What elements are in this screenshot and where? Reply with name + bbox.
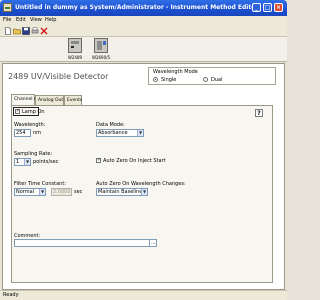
sampling-rate-unit: points/sec bbox=[33, 159, 59, 165]
comment-input[interactable] bbox=[14, 239, 150, 247]
auto-zero-wavelength-select[interactable]: Maintain Baseline ▼ bbox=[96, 188, 148, 196]
instrument-label: W2489 bbox=[67, 55, 83, 60]
tab-channel-a[interactable]: Channel A bbox=[11, 94, 37, 105]
wavelength-unit: nm bbox=[33, 130, 42, 136]
filter-time-unit: sec bbox=[74, 189, 83, 195]
data-mode-label: Data Mode: bbox=[96, 122, 125, 128]
status-bar: Ready bbox=[0, 290, 287, 300]
menu-edit[interactable]: Edit bbox=[16, 17, 26, 23]
dual-radio-label: Dual bbox=[211, 77, 223, 83]
window-title: Untitled in dummy as System/Administrato… bbox=[15, 4, 259, 11]
channel-a-panel: ? Lamp On Wavelength: 254 nm Data Mode: … bbox=[11, 105, 273, 283]
chevron-down-icon: ▼ bbox=[24, 159, 30, 165]
instrument-w2690[interactable]: W2690/5 bbox=[90, 38, 112, 61]
method-editor: 2489 UV/Visible Detector Wavelength Mode… bbox=[2, 63, 285, 290]
detector-icon bbox=[68, 38, 82, 53]
status-text: Ready bbox=[3, 292, 19, 298]
auto-zero-inject-label: Auto Zero On Inject Start bbox=[103, 158, 166, 164]
wavelength-mode-group: Wavelength Mode Single Dual bbox=[148, 67, 276, 85]
lamp-on-label: Lamp On bbox=[22, 109, 45, 115]
app-icon bbox=[3, 3, 12, 12]
lamp-on-group: Lamp On bbox=[13, 107, 45, 116]
comment-browse-button[interactable]: ... bbox=[149, 239, 157, 247]
help-button[interactable]: ? bbox=[255, 109, 263, 117]
open-icon[interactable] bbox=[13, 27, 21, 35]
sampling-rate-select[interactable]: 1 ▼ bbox=[14, 158, 31, 166]
filter-time-constant-label: Filter Time Constant: bbox=[14, 181, 66, 187]
auto-zero-wavelength-label: Auto Zero On Wavelength Changes: bbox=[96, 181, 186, 187]
data-mode-value: Absorbance bbox=[98, 130, 128, 136]
auto-zero-wavelength-value: Maintain Baseline bbox=[98, 189, 143, 195]
instrument-strip: W2489 W2690/5 bbox=[0, 37, 287, 62]
close-button[interactable]: × bbox=[274, 3, 283, 12]
instrument-w2489[interactable]: W2489 bbox=[64, 38, 86, 61]
title-bar[interactable]: Untitled in dummy as System/Administrato… bbox=[0, 0, 287, 16]
data-mode-select[interactable]: Absorbance ▼ bbox=[96, 129, 144, 137]
dual-radio[interactable] bbox=[203, 77, 208, 82]
save-icon[interactable] bbox=[22, 27, 30, 35]
menu-file[interactable]: File bbox=[3, 17, 11, 23]
filter-time-input[interactable]: 2.0000 bbox=[51, 188, 72, 196]
auto-zero-inject-checkbox[interactable] bbox=[96, 157, 101, 163]
chevron-down-icon: ▼ bbox=[137, 130, 143, 136]
tab-analog-out-1[interactable]: Analog Out 1 bbox=[35, 95, 67, 105]
minimize-button[interactable]: _ bbox=[252, 3, 261, 12]
chevron-down-icon: ▼ bbox=[39, 189, 45, 195]
detector-title: 2489 UV/Visible Detector bbox=[8, 72, 109, 81]
menu-help[interactable]: Help bbox=[45, 17, 56, 23]
separations-module-icon bbox=[94, 38, 108, 53]
print-icon[interactable] bbox=[31, 27, 39, 35]
menu-view[interactable]: View bbox=[30, 17, 42, 23]
instrument-label: W2690/5 bbox=[91, 55, 111, 60]
wavelength-mode-label: Wavelength Mode bbox=[153, 69, 198, 75]
maximize-button[interactable]: □ bbox=[263, 3, 272, 12]
new-icon[interactable] bbox=[4, 27, 12, 35]
filter-time-constant-select[interactable]: Normal ▼ bbox=[14, 188, 46, 196]
toolbar bbox=[0, 25, 287, 37]
single-radio-label: Single bbox=[161, 77, 177, 83]
tab-events[interactable]: Events bbox=[64, 95, 82, 105]
wavelength-input[interactable]: 254 bbox=[14, 129, 31, 137]
single-radio[interactable] bbox=[153, 77, 158, 82]
filter-time-constant-value: Normal bbox=[16, 189, 35, 195]
delete-icon[interactable] bbox=[40, 27, 48, 35]
lamp-on-checkbox[interactable] bbox=[15, 108, 20, 114]
sampling-rate-value: 1 bbox=[16, 159, 20, 165]
sampling-rate-label: Sampling Rate: bbox=[14, 151, 53, 157]
chevron-down-icon: ▼ bbox=[141, 189, 147, 195]
wavelength-label: Wavelength: bbox=[14, 122, 46, 128]
menu-bar: File Edit View Help bbox=[0, 16, 287, 25]
